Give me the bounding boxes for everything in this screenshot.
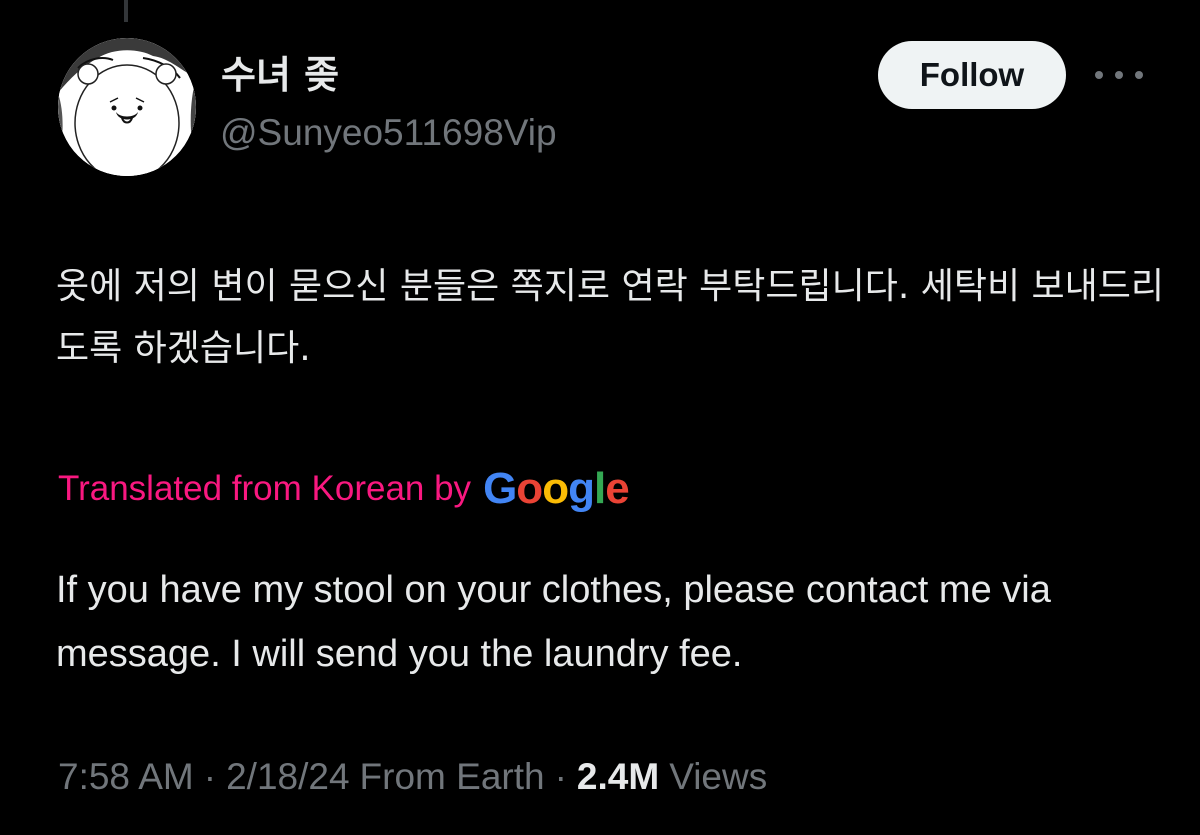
tweet-translated-text: If you have my stool on your clothes, pl…	[56, 569, 1051, 675]
follow-button[interactable]: Follow	[878, 41, 1066, 109]
more-dot	[1115, 71, 1123, 79]
thread-connector-line	[124, 0, 128, 22]
views-count[interactable]: 2.4M	[577, 756, 659, 798]
tweet-source: From Earth	[359, 756, 545, 797]
google-letter: o	[516, 464, 543, 513]
google-letter: e	[605, 464, 630, 513]
tweet-original-text: 옷에 저의 변이 묻으신 분들은 쪽지로 연락 부탁드립니다. 세탁비 보내드리…	[56, 266, 1165, 369]
tweet-metadata: 7:58 AM · 2/18/24 From Earth · 2.4M View…	[58, 750, 767, 804]
more-options-icon[interactable]	[1095, 60, 1143, 90]
tweet-date[interactable]: 2/18/24	[226, 756, 349, 798]
translation-label: Translated from Korean by	[58, 469, 472, 508]
more-dot	[1135, 71, 1143, 79]
google-letter: G	[483, 464, 517, 513]
google-letter: o	[542, 464, 569, 513]
author-handle[interactable]: @Sunyeo511698Vip	[220, 110, 557, 156]
translation-attribution[interactable]: Translated from Korean by Google	[58, 462, 630, 516]
tweet-time[interactable]: 7:58 AM	[58, 756, 194, 798]
more-dot	[1095, 71, 1103, 79]
google-letter: l	[593, 464, 606, 513]
google-logo: Google	[483, 464, 630, 514]
google-letter: g	[568, 464, 595, 513]
avatar[interactable]	[58, 38, 196, 176]
meta-separator: ·	[554, 756, 567, 797]
meta-separator: ·	[203, 756, 217, 797]
bear-avatar-icon	[58, 38, 196, 176]
views-label: Views	[669, 756, 768, 797]
author-display-name[interactable]: 수녀 좆	[221, 52, 339, 98]
